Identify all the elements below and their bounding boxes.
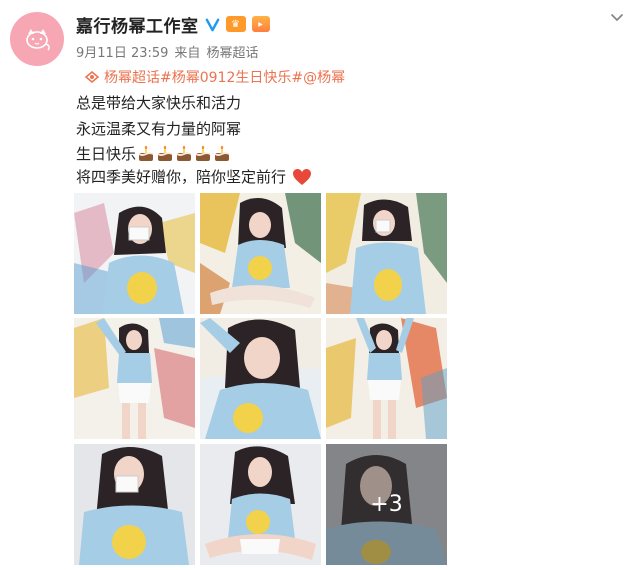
photo-3[interactable] (326, 193, 447, 314)
author-name[interactable]: 嘉行杨幂工作室 (76, 12, 199, 37)
cake-icon (139, 145, 154, 161)
photo-6[interactable] (326, 318, 447, 439)
post-text-line: 永远温柔又有力量的阿幂 (76, 118, 241, 139)
topic-link-text[interactable]: 杨幂超话#杨幂0912生日快乐#@杨幂 (104, 67, 345, 87)
photo-5[interactable] (200, 318, 321, 439)
post-text-line: 生日快乐 (76, 143, 231, 164)
source-prefix: 来自 (174, 46, 201, 61)
weibo-post: 嘉行杨幂工作室 ♛ ▶ 9月11日 23:59 来自 杨幂超话 杨幂超话#杨幂0… (0, 0, 640, 570)
photo-2[interactable] (200, 193, 321, 314)
post-date[interactable]: 9月11日 23:59 (76, 42, 168, 61)
verified-icon (205, 18, 219, 31)
more-photos-overlay[interactable]: +3 (326, 444, 447, 565)
photo-8[interactable] (200, 444, 321, 565)
cat-logo-icon (26, 29, 50, 51)
post-text-line: 将四季美好赠你，陪你坚定前行 (76, 166, 312, 187)
cake-icon (158, 145, 173, 161)
post-meta: 9月11日 23:59 来自 杨幂超话 (76, 42, 258, 61)
text-line-3: 生日快乐 (76, 145, 137, 163)
cake-icon (215, 145, 230, 161)
movie-badge-icon[interactable]: ▶ (251, 16, 270, 32)
topic-icon (84, 71, 100, 83)
photo-4[interactable] (74, 318, 195, 439)
cake-icon (196, 145, 211, 161)
text-line-1: 总是带给大家快乐和活力 (76, 94, 242, 112)
cake-icon (177, 145, 192, 161)
photo-7[interactable] (74, 444, 195, 565)
text-line-4: 将四季美好赠你，陪你坚定前行 (76, 168, 287, 186)
member-badge-icon[interactable]: ♛ (225, 16, 246, 32)
photo-9[interactable]: +3 (326, 444, 447, 565)
chevron-down-icon[interactable] (608, 8, 626, 26)
photo-1[interactable] (74, 193, 195, 314)
post-source[interactable]: 杨幂超话 (206, 42, 258, 61)
heart-icon (293, 168, 312, 185)
post-text-line: 总是带给大家快乐和活力 (76, 92, 241, 113)
avatar[interactable] (10, 12, 64, 66)
topic-link[interactable]: 杨幂超话#杨幂0912生日快乐#@杨幂 (84, 67, 345, 87)
photo-grid: +3 (74, 193, 447, 565)
cake-emoji-group (137, 145, 231, 163)
text-line-2: 永远温柔又有力量的阿幂 (76, 120, 242, 138)
author-row: 嘉行杨幂工作室 ♛ ▶ (76, 12, 270, 37)
